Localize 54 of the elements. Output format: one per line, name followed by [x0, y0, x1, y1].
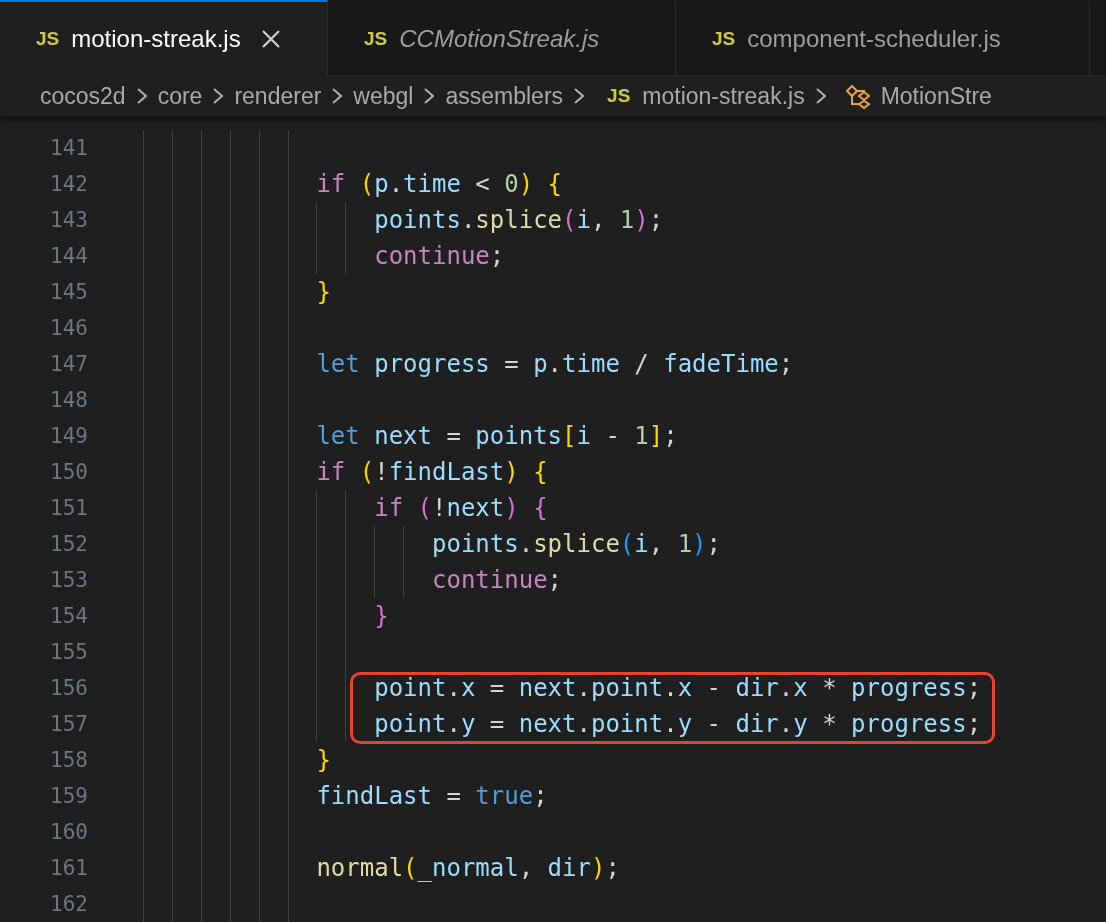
- tab-label: component-scheduler.js: [747, 24, 1001, 53]
- line-number: 157: [49, 712, 88, 736]
- js-file-icon: JS: [712, 27, 736, 50]
- line-number: 146: [49, 316, 88, 340]
- breadcrumb-item[interactable]: motion-streak.js: [642, 82, 805, 110]
- code-line: }: [315, 746, 331, 774]
- line-number: 144: [49, 244, 88, 268]
- code-line: let next = points[i - 1];: [315, 422, 678, 450]
- line-number: 154: [49, 604, 88, 628]
- code-line: points.splice(i, 1);: [431, 530, 721, 558]
- line-number: 160: [49, 820, 88, 844]
- breadcrumb-item[interactable]: renderer: [234, 82, 322, 110]
- line-number: 158: [49, 748, 88, 772]
- line-number: 142: [49, 172, 88, 196]
- line-number: 156: [49, 676, 88, 700]
- code-line: }: [373, 602, 389, 630]
- editor-tab[interactable]: JS motion-streak.js: [0, 0, 328, 76]
- breadcrumb-item[interactable]: assemblers: [445, 82, 564, 110]
- line-number: 141: [49, 136, 88, 160]
- line-number: 161: [49, 856, 88, 880]
- line-number: 162: [49, 892, 88, 916]
- code-line: point.y = next.point.y - dir.y * progress;: [373, 710, 982, 738]
- code-line: findLast = true;: [315, 782, 548, 810]
- breadcrumb-item[interactable]: cocos2d: [40, 82, 126, 110]
- breadcrumb-item[interactable]: webgl: [353, 82, 414, 110]
- class-icon: [844, 83, 873, 109]
- line-number: 153: [49, 568, 88, 592]
- line-number: 149: [49, 424, 88, 448]
- js-file-icon: JS: [36, 28, 60, 50]
- code-line: if (!next) {: [373, 494, 548, 522]
- line-number: 152: [49, 532, 88, 556]
- js-file-icon: JS: [364, 27, 388, 50]
- code-line: let progress = p.time / fadeTime;: [315, 350, 794, 378]
- code-line: if (!findLast) {: [315, 458, 548, 486]
- breadcrumb-item[interactable]: core: [157, 82, 203, 110]
- code-line: points.splice(i, 1);: [373, 206, 664, 234]
- line-number: 159: [49, 784, 88, 808]
- line-number: 145: [49, 280, 88, 304]
- line-number: 143: [49, 208, 88, 232]
- line-number: 148: [49, 388, 88, 412]
- code-line: continue;: [431, 566, 563, 594]
- line-number: 147: [49, 352, 88, 376]
- code-line: }: [315, 278, 331, 306]
- breadcrumb-item[interactable]: MotionStre: [880, 82, 992, 110]
- line-number: 155: [49, 640, 88, 664]
- code-line: point.x = next.point.x - dir.x * progress;: [373, 674, 982, 702]
- js-file-icon: JS: [607, 85, 631, 107]
- code-line: normal(_normal, dir);: [315, 854, 620, 882]
- code-line: continue;: [373, 242, 505, 270]
- tab-label: motion-streak.js: [71, 25, 241, 53]
- line-number: 150: [49, 460, 88, 484]
- code-line: if (p.time < 0) {: [315, 170, 563, 198]
- tab-label: CCMotionStreak.js: [399, 24, 600, 53]
- line-number: 151: [49, 496, 88, 520]
